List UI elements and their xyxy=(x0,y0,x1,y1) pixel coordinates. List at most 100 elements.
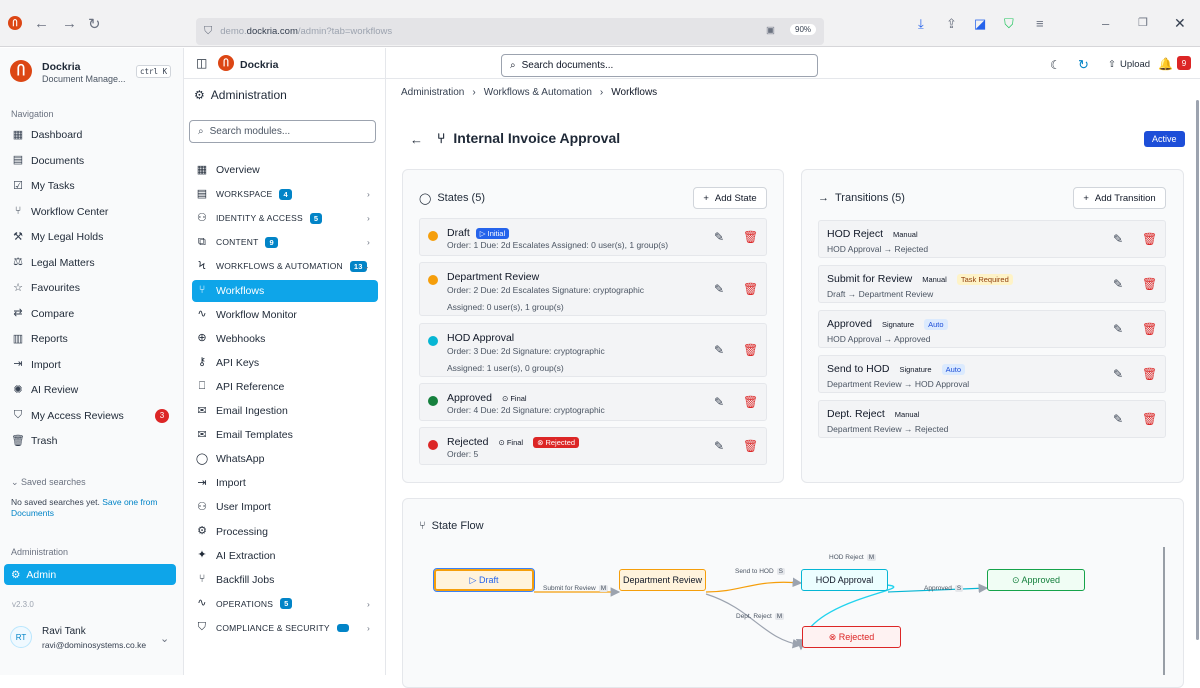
shield-extension-icon[interactable]: ⛉ xyxy=(1004,16,1014,32)
delete-icon[interactable]: 🗑 xyxy=(743,343,758,357)
add-state-button[interactable]: + Add State xyxy=(693,187,767,209)
sidebar-item-reports[interactable]: ▥ Reports xyxy=(11,332,68,346)
edit-icon[interactable]: ✎ xyxy=(1113,367,1123,381)
chevron-down-icon[interactable]: ⌄ xyxy=(160,632,169,645)
delete-icon[interactable]: 🗑 xyxy=(1142,277,1157,291)
close-window-icon[interactable]: ✕ xyxy=(1174,15,1186,32)
delete-icon[interactable]: 🗑 xyxy=(1142,322,1157,336)
state-row-hod-approval[interactable]: HOD Approval Order: 3 Due: 2d Signature:… xyxy=(419,323,767,377)
address-bar[interactable]: ⛉ demo.dockria.com/admin?tab=workflows ▣… xyxy=(196,18,824,45)
module-item-api-reference[interactable]: ⎕ API Reference xyxy=(192,376,378,398)
module-item-whatsapp[interactable]: ◯ WhatsApp xyxy=(192,448,378,470)
sidebar-item-documents[interactable]: ▤ Documents xyxy=(11,154,84,168)
module-item-import[interactable]: ⇥ Import xyxy=(192,472,378,494)
sidebar-item-legal-matters[interactable]: ⚖ Legal Matters xyxy=(11,256,95,270)
document-search-input[interactable]: ⌕ Search documents... xyxy=(501,54,818,77)
module-group-identity-access[interactable]: ⚇ Identity & Access 5 › xyxy=(192,207,378,229)
command-shortcut[interactable]: ctrl K xyxy=(136,65,172,78)
transition-row-hod-reject[interactable]: HOD Reject Manual HOD Approval → Rejected… xyxy=(818,220,1166,258)
sidebar-item-my-access-reviews[interactable]: ⛉ My Access Reviews 3 xyxy=(11,408,169,423)
sidebar-item-dashboard[interactable]: ▦ Dashboard xyxy=(11,128,83,142)
transition-row-submit-for-review[interactable]: Submit for Review Manual Task Required Dra… xyxy=(818,265,1166,303)
bell-icon[interactable]: 🔔 xyxy=(1158,57,1173,71)
state-row-approved[interactable]: Approved ⊙ Final Order: 4 Due: 2d Signatu… xyxy=(419,383,767,421)
delete-icon[interactable]: 🗑 xyxy=(743,395,758,409)
avatar[interactable]: RT xyxy=(10,626,32,648)
flow-node-hod-approval[interactable]: HOD Approval xyxy=(801,569,888,591)
minimize-icon[interactable]: – xyxy=(1102,16,1109,31)
flow-node-draft[interactable]: ▷ Draft xyxy=(433,568,535,592)
restore-icon[interactable]: ❐ xyxy=(1138,16,1148,29)
sidebar-item-admin[interactable]: ⚙ Admin xyxy=(4,564,176,585)
reader-icon[interactable]: ▣ xyxy=(766,25,775,36)
module-group-operations[interactable]: ∿ Operations 5 › xyxy=(192,593,378,615)
sidebar-item-import[interactable]: ⇥ Import xyxy=(11,358,60,372)
flow-node-approved[interactable]: ⊙ Approved xyxy=(987,569,1085,591)
share-icon[interactable]: ⇪ xyxy=(946,16,957,32)
zoom-badge[interactable]: 90% xyxy=(790,24,817,35)
edit-icon[interactable]: ✎ xyxy=(1113,277,1123,291)
state-row-department-review[interactable]: Department Review Order: 2 Due: 2d Escal… xyxy=(419,262,767,316)
add-transition-button[interactable]: + Add Transition xyxy=(1073,187,1166,209)
delete-icon[interactable]: 🗑 xyxy=(1142,232,1157,246)
sidebar-item-favourites[interactable]: ☆ Favourites xyxy=(11,281,80,295)
edit-icon[interactable]: ✎ xyxy=(714,282,724,296)
module-item-overview[interactable]: ▦ Overview xyxy=(192,159,378,181)
module-item-workflow-monitor[interactable]: ∿ Workflow Monitor xyxy=(192,304,378,326)
module-item-email-ingestion[interactable]: ✉ Email Ingestion xyxy=(192,400,378,422)
edit-icon[interactable]: ✎ xyxy=(714,395,724,409)
flow-node-department-review[interactable]: Department Review xyxy=(619,569,706,591)
site-info-icon[interactable]: ⛉ xyxy=(204,25,212,38)
sync-icon[interactable]: ↻ xyxy=(1078,57,1089,73)
menu-icon[interactable]: ≡ xyxy=(1036,16,1044,31)
module-item-user-import[interactable]: ⚇ User Import xyxy=(192,496,378,518)
reload-icon[interactable]: ↻ xyxy=(88,15,101,33)
module-group-content[interactable]: ⧉ Content 9 › xyxy=(192,231,378,253)
sidebar-item-workflow-center[interactable]: ⑂ Workflow Center xyxy=(11,205,109,219)
sidebar-item-trash[interactable]: 🗑 Trash xyxy=(11,434,57,448)
edit-icon[interactable]: ✎ xyxy=(1113,232,1123,246)
sidebar-item-my-tasks[interactable]: ☑ My Tasks xyxy=(11,179,75,193)
transition-row-send-to-hod[interactable]: Send to HOD Signature Auto Department Revi… xyxy=(818,355,1166,393)
sidebar-item-my-legal-holds[interactable]: ⚒ My Legal Holds xyxy=(11,230,103,244)
state-row-rejected[interactable]: Rejected ⊙ Final ⊗ Rejected Order: 5 ✎ 🗑 xyxy=(419,427,767,465)
module-item-ai-extraction[interactable]: ✦ AI Extraction xyxy=(192,545,378,567)
module-item-email-templates[interactable]: ✉ Email Templates xyxy=(192,424,378,446)
module-group-workspace[interactable]: ▤ Workspace 4 › xyxy=(192,183,378,205)
delete-icon[interactable]: 🗑 xyxy=(1142,412,1157,426)
back-arrow-icon[interactable]: ← xyxy=(410,132,423,147)
breadcrumb-admin[interactable]: Administration xyxy=(401,87,464,98)
sidebar-item-compare[interactable]: ⇄ Compare xyxy=(11,307,74,321)
module-item-backfill-jobs[interactable]: ⑂ Backfill Jobs xyxy=(192,569,378,591)
module-group-workflows-automation[interactable]: ϟ Workflows & Automation 13 ⌄ xyxy=(192,255,378,277)
module-item-webhooks[interactable]: ⊕ Webhooks xyxy=(192,328,378,350)
module-item-workflows[interactable]: ⑂ Workflows xyxy=(192,279,378,302)
extension-icon[interactable]: ◪ xyxy=(974,16,986,32)
module-search-input[interactable]: ⌕ Search modules... xyxy=(189,120,376,143)
delete-icon[interactable]: 🗑 xyxy=(743,230,758,244)
forward-icon[interactable]: → xyxy=(62,15,77,32)
scrollbar[interactable] xyxy=(1196,100,1199,640)
module-item-processing[interactable]: ⚙ Processing xyxy=(192,521,378,543)
flow-node-rejected[interactable]: ⊗ Rejected xyxy=(802,626,901,648)
download-icon[interactable]: ⤓ xyxy=(918,16,924,32)
theme-toggle-icon[interactable]: ☾ xyxy=(1050,58,1061,72)
edit-icon[interactable]: ✎ xyxy=(714,439,724,453)
transition-row-approved[interactable]: Approved Signature Auto HOD Approval → App… xyxy=(818,310,1166,348)
sidebar-item-ai-review[interactable]: ✺ AI Review xyxy=(11,383,78,397)
module-item-api-keys[interactable]: ⚷ API Keys xyxy=(192,352,378,374)
delete-icon[interactable]: 🗑 xyxy=(743,282,758,296)
breadcrumb-workflows-automation[interactable]: Workflows & Automation xyxy=(484,87,592,98)
edit-icon[interactable]: ✎ xyxy=(1113,322,1123,336)
delete-icon[interactable]: 🗑 xyxy=(743,439,758,453)
back-icon[interactable]: ← xyxy=(34,15,49,32)
module-group-compliance-security[interactable]: ⛉ Compliance & Security › xyxy=(192,617,378,639)
upload-button[interactable]: ⇧ Upload xyxy=(1108,59,1150,70)
edit-icon[interactable]: ✎ xyxy=(714,343,724,357)
state-row-draft[interactable]: Draft ▷ Initial Order: 1 Due: 2d Escalate… xyxy=(419,218,767,256)
saved-searches-heading[interactable]: ⌄ Saved searches xyxy=(11,477,86,488)
sidebar-toggle-icon[interactable]: ◫ xyxy=(196,56,207,70)
delete-icon[interactable]: 🗑 xyxy=(1142,367,1157,381)
transition-row-dept-reject[interactable]: Dept. Reject Manual Department Review → R… xyxy=(818,400,1166,438)
edit-icon[interactable]: ✎ xyxy=(1113,412,1123,426)
